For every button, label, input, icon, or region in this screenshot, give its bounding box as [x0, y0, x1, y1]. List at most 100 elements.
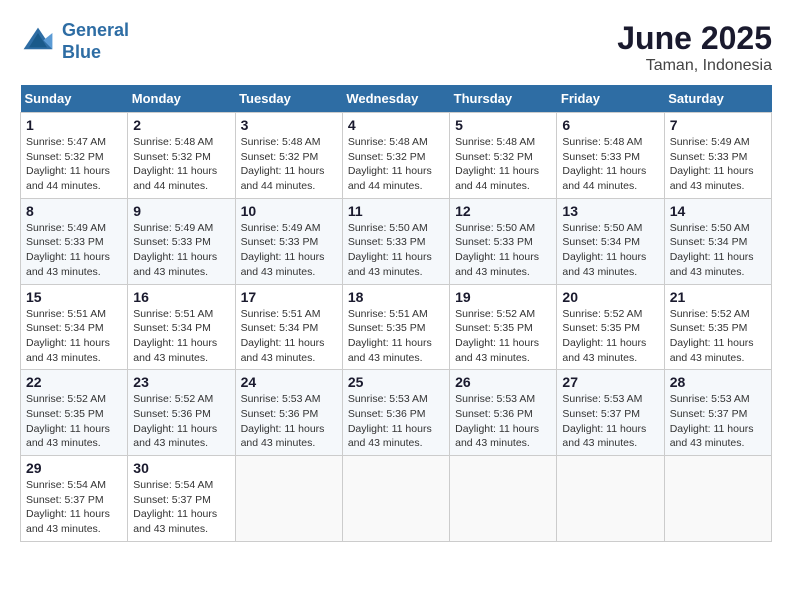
day-info: Sunrise: 5:52 AMSunset: 5:35 PMDaylight:… — [26, 392, 122, 451]
day-number: 6 — [562, 117, 658, 133]
calendar-table: Sunday Monday Tuesday Wednesday Thursday… — [20, 85, 772, 542]
day-info: Sunrise: 5:52 AMSunset: 5:35 PMDaylight:… — [562, 307, 658, 366]
day-number: 21 — [670, 289, 766, 305]
day-number: 15 — [26, 289, 122, 305]
day-info: Sunrise: 5:50 AMSunset: 5:33 PMDaylight:… — [455, 221, 551, 280]
table-row: 24 Sunrise: 5:53 AMSunset: 5:36 PMDayligh… — [235, 370, 342, 456]
day-info: Sunrise: 5:50 AMSunset: 5:34 PMDaylight:… — [562, 221, 658, 280]
day-number: 1 — [26, 117, 122, 133]
table-row: 12 Sunrise: 5:50 AMSunset: 5:33 PMDayligh… — [450, 198, 557, 284]
day-info: Sunrise: 5:48 AMSunset: 5:32 PMDaylight:… — [455, 135, 551, 194]
table-row — [664, 456, 771, 542]
table-row: 26Sunrise: 5:53 AMSunset: 5:36 PMDayligh… — [450, 370, 557, 456]
day-number: 11 — [348, 203, 444, 219]
table-row: 11 Sunrise: 5:50 AMSunset: 5:33 PMDayligh… — [342, 198, 449, 284]
table-row: 5 Sunrise: 5:48 AMSunset: 5:32 PMDaylight… — [450, 113, 557, 199]
day-info: Sunrise: 5:48 AMSunset: 5:32 PMDaylight:… — [348, 135, 444, 194]
table-row: 10 Sunrise: 5:49 AMSunset: 5:33 PMDayligh… — [235, 198, 342, 284]
calendar-row: 29 Sunrise: 5:54 AMSunset: 5:37 PMDayligh… — [21, 456, 772, 542]
calendar-row: 22 Sunrise: 5:52 AMSunset: 5:35 PMDayligh… — [21, 370, 772, 456]
day-number: 16 — [133, 289, 229, 305]
table-row: 14Sunrise: 5:50 AMSunset: 5:34 PMDayligh… — [664, 198, 771, 284]
col-friday: Friday — [557, 85, 664, 113]
calendar-row: 15 Sunrise: 5:51 AMSunset: 5:34 PMDayligh… — [21, 284, 772, 370]
day-info: Sunrise: 5:51 AMSunset: 5:35 PMDaylight:… — [348, 307, 444, 366]
day-info: Sunrise: 5:49 AMSunset: 5:33 PMDaylight:… — [133, 221, 229, 280]
table-row — [557, 456, 664, 542]
table-row: 9 Sunrise: 5:49 AMSunset: 5:33 PMDaylight… — [128, 198, 235, 284]
day-number: 18 — [348, 289, 444, 305]
day-info: Sunrise: 5:51 AMSunset: 5:34 PMDaylight:… — [133, 307, 229, 366]
logo-icon — [20, 24, 56, 60]
day-info: Sunrise: 5:48 AMSunset: 5:32 PMDaylight:… — [133, 135, 229, 194]
table-row: 23 Sunrise: 5:52 AMSunset: 5:36 PMDayligh… — [128, 370, 235, 456]
month-title: June 2025 — [617, 20, 772, 57]
day-number: 17 — [241, 289, 337, 305]
table-row: 2 Sunrise: 5:48 AMSunset: 5:32 PMDaylight… — [128, 113, 235, 199]
table-row: 13Sunrise: 5:50 AMSunset: 5:34 PMDayligh… — [557, 198, 664, 284]
logo-line2: Blue — [62, 42, 101, 62]
calendar-row: 1 Sunrise: 5:47 AMSunset: 5:32 PMDaylight… — [21, 113, 772, 199]
day-info: Sunrise: 5:51 AMSunset: 5:34 PMDaylight:… — [26, 307, 122, 366]
table-row: 7 Sunrise: 5:49 AMSunset: 5:33 PMDaylight… — [664, 113, 771, 199]
table-row: 18 Sunrise: 5:51 AMSunset: 5:35 PMDayligh… — [342, 284, 449, 370]
day-info: Sunrise: 5:49 AMSunset: 5:33 PMDaylight:… — [670, 135, 766, 194]
logo-text: General Blue — [62, 20, 129, 63]
day-info: Sunrise: 5:54 AMSunset: 5:37 PMDaylight:… — [133, 478, 229, 537]
day-number: 12 — [455, 203, 551, 219]
day-number: 22 — [26, 374, 122, 390]
logo: General Blue — [20, 20, 129, 63]
table-row: 17Sunrise: 5:51 AMSunset: 5:34 PMDayligh… — [235, 284, 342, 370]
day-number: 30 — [133, 460, 229, 476]
col-thursday: Thursday — [450, 85, 557, 113]
table-row: 19Sunrise: 5:52 AMSunset: 5:35 PMDayligh… — [450, 284, 557, 370]
day-info: Sunrise: 5:52 AMSunset: 5:35 PMDaylight:… — [670, 307, 766, 366]
table-row: 3 Sunrise: 5:48 AMSunset: 5:32 PMDaylight… — [235, 113, 342, 199]
day-number: 25 — [348, 374, 444, 390]
day-number: 5 — [455, 117, 551, 133]
day-number: 23 — [133, 374, 229, 390]
col-tuesday: Tuesday — [235, 85, 342, 113]
day-number: 29 — [26, 460, 122, 476]
day-number: 2 — [133, 117, 229, 133]
day-info: Sunrise: 5:49 AMSunset: 5:33 PMDaylight:… — [241, 221, 337, 280]
header-row: Sunday Monday Tuesday Wednesday Thursday… — [21, 85, 772, 113]
day-number: 10 — [241, 203, 337, 219]
day-number: 7 — [670, 117, 766, 133]
day-info: Sunrise: 5:47 AMSunset: 5:32 PMDaylight:… — [26, 135, 122, 194]
table-row: 28Sunrise: 5:53 AMSunset: 5:37 PMDayligh… — [664, 370, 771, 456]
table-row: 21 Sunrise: 5:52 AMSunset: 5:35 PMDayligh… — [664, 284, 771, 370]
table-row: 29Sunrise: 5:54 AMSunset: 5:37 PMDayligh… — [21, 456, 128, 542]
table-row: 22 Sunrise: 5:52 AMSunset: 5:35 PMDayligh… — [21, 370, 128, 456]
table-row: 4Sunrise: 5:48 AMSunset: 5:32 PMDaylight… — [342, 113, 449, 199]
table-row: 20 Sunrise: 5:52 AMSunset: 5:35 PMDayligh… — [557, 284, 664, 370]
table-row: 15 Sunrise: 5:51 AMSunset: 5:34 PMDayligh… — [21, 284, 128, 370]
col-saturday: Saturday — [664, 85, 771, 113]
day-info: Sunrise: 5:53 AMSunset: 5:37 PMDaylight:… — [670, 392, 766, 451]
day-number: 24 — [241, 374, 337, 390]
table-row: 16 Sunrise: 5:51 AMSunset: 5:34 PMDayligh… — [128, 284, 235, 370]
table-row: 30 Sunrise: 5:54 AMSunset: 5:37 PMDayligh… — [128, 456, 235, 542]
day-info: Sunrise: 5:52 AMSunset: 5:36 PMDaylight:… — [133, 392, 229, 451]
calendar-row: 8Sunrise: 5:49 AMSunset: 5:33 PMDaylight… — [21, 198, 772, 284]
table-row — [235, 456, 342, 542]
table-row — [450, 456, 557, 542]
col-monday: Monday — [128, 85, 235, 113]
day-number: 20 — [562, 289, 658, 305]
col-wednesday: Wednesday — [342, 85, 449, 113]
day-number: 27 — [562, 374, 658, 390]
day-info: Sunrise: 5:53 AMSunset: 5:36 PMDaylight:… — [455, 392, 551, 451]
table-row: 1 Sunrise: 5:47 AMSunset: 5:32 PMDaylight… — [21, 113, 128, 199]
day-info: Sunrise: 5:53 AMSunset: 5:37 PMDaylight:… — [562, 392, 658, 451]
day-info: Sunrise: 5:48 AMSunset: 5:32 PMDaylight:… — [241, 135, 337, 194]
day-number: 19 — [455, 289, 551, 305]
day-info: Sunrise: 5:50 AMSunset: 5:33 PMDaylight:… — [348, 221, 444, 280]
location-title: Taman, Indonesia — [617, 57, 772, 75]
day-number: 3 — [241, 117, 337, 133]
day-number: 14 — [670, 203, 766, 219]
table-row: 6Sunrise: 5:48 AMSunset: 5:33 PMDaylight… — [557, 113, 664, 199]
day-info: Sunrise: 5:53 AMSunset: 5:36 PMDaylight:… — [241, 392, 337, 451]
day-info: Sunrise: 5:53 AMSunset: 5:36 PMDaylight:… — [348, 392, 444, 451]
logo-line1: General — [62, 20, 129, 40]
day-number: 9 — [133, 203, 229, 219]
